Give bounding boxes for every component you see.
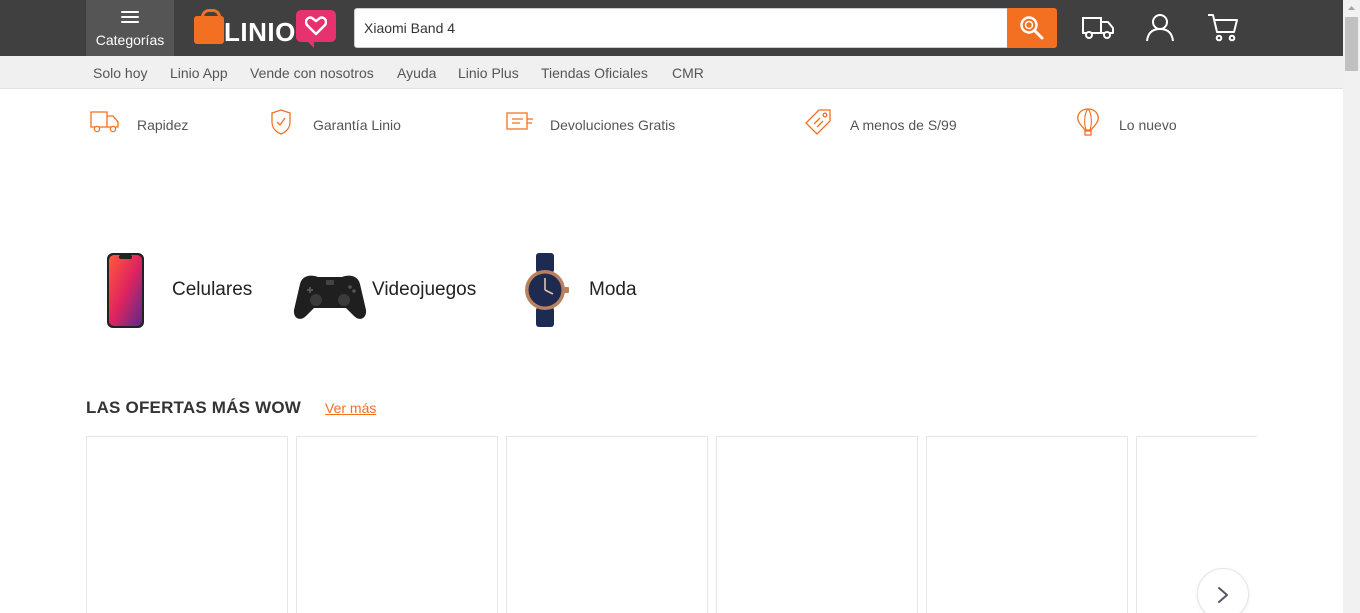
- benefit-rapidez[interactable]: Rapidez: [89, 107, 199, 139]
- top-header: Categorías LINIO Xiaomi Band 4: [0, 0, 1343, 56]
- benefit-label: A menos de S/99: [850, 117, 957, 133]
- carousel-next-button[interactable]: [1197, 568, 1249, 613]
- price-tag-icon: [805, 109, 831, 135]
- category-label: Celulares: [172, 279, 253, 300]
- scrollbar-thumb[interactable]: [1345, 17, 1358, 71]
- product-card[interactable]: [86, 436, 288, 613]
- category-moda[interactable]: Moda: [515, 250, 645, 330]
- category-videojuegos[interactable]: Videojuegos: [290, 250, 480, 330]
- benefit-label: Rapidez: [137, 117, 189, 133]
- logo-text: LINIO: [224, 17, 296, 47]
- secondary-nav: Solo hoy Linio App Vende con nosotros Ay…: [0, 56, 1343, 89]
- nav-tiendas-oficiales[interactable]: Tiendas Oficiales: [541, 65, 648, 81]
- category-label: Videojuegos: [372, 279, 477, 300]
- product-card[interactable]: [296, 436, 498, 613]
- nav-linio-plus[interactable]: Linio Plus: [458, 65, 519, 81]
- search-button[interactable]: [1007, 8, 1057, 48]
- cart-icon[interactable]: [1207, 12, 1241, 44]
- nav-vende-con-nosotros[interactable]: Vende con nosotros: [250, 65, 374, 81]
- benefit-garantia[interactable]: Garantía Linio: [268, 107, 408, 139]
- search-input[interactable]: Xiaomi Band 4: [354, 8, 1008, 48]
- nav-ayuda[interactable]: Ayuda: [397, 65, 436, 81]
- linio-logo[interactable]: LINIO: [194, 8, 344, 48]
- returns-icon: [506, 112, 533, 130]
- product-card[interactable]: [926, 436, 1128, 613]
- page: Categorías LINIO Xiaomi Band 4 Solo hoy …: [0, 0, 1360, 613]
- shopping-bag-icon: [194, 9, 224, 44]
- scroll-up-arrow[interactable]: [1343, 0, 1360, 17]
- nav-cmr[interactable]: CMR: [672, 65, 704, 81]
- page-scrollbar[interactable]: [1343, 0, 1360, 613]
- chevron-right-icon: [1218, 587, 1228, 603]
- category-celulares[interactable]: Celulares: [98, 250, 258, 330]
- benefit-a-menos[interactable]: A menos de S/99: [805, 107, 965, 139]
- shipping-truck-icon[interactable]: [1081, 12, 1115, 44]
- category-label: Moda: [589, 279, 637, 300]
- categories-label: Categorías: [95, 32, 165, 48]
- smartphone-icon: [107, 253, 144, 328]
- search-icon: [1020, 16, 1044, 40]
- user-account-icon[interactable]: [1145, 12, 1179, 44]
- nav-linio-app[interactable]: Linio App: [170, 65, 228, 81]
- watch-icon: [525, 253, 569, 327]
- shield-check-icon: [271, 109, 291, 135]
- benefit-label: Lo nuevo: [1119, 117, 1177, 133]
- menu-icon: [121, 11, 139, 26]
- offers-title: LAS OFERTAS MÁS WOW: [86, 398, 302, 417]
- nav-solo-hoy[interactable]: Solo hoy: [93, 65, 147, 81]
- ver-mas-link[interactable]: Ver más: [325, 400, 376, 416]
- fast-delivery-icon: [90, 111, 119, 133]
- game-controller-icon: [293, 275, 367, 319]
- benefit-label: Garantía Linio: [313, 117, 401, 133]
- benefit-lo-nuevo[interactable]: Lo nuevo: [1075, 107, 1185, 139]
- heart-icon: [296, 10, 336, 48]
- categories-button[interactable]: Categorías: [86, 0, 174, 56]
- product-card[interactable]: [716, 436, 918, 613]
- benefit-devoluciones[interactable]: Devoluciones Gratis: [503, 107, 683, 139]
- hot-air-balloon-icon: [1077, 108, 1099, 136]
- benefit-label: Devoluciones Gratis: [550, 117, 676, 133]
- product-card[interactable]: [506, 436, 708, 613]
